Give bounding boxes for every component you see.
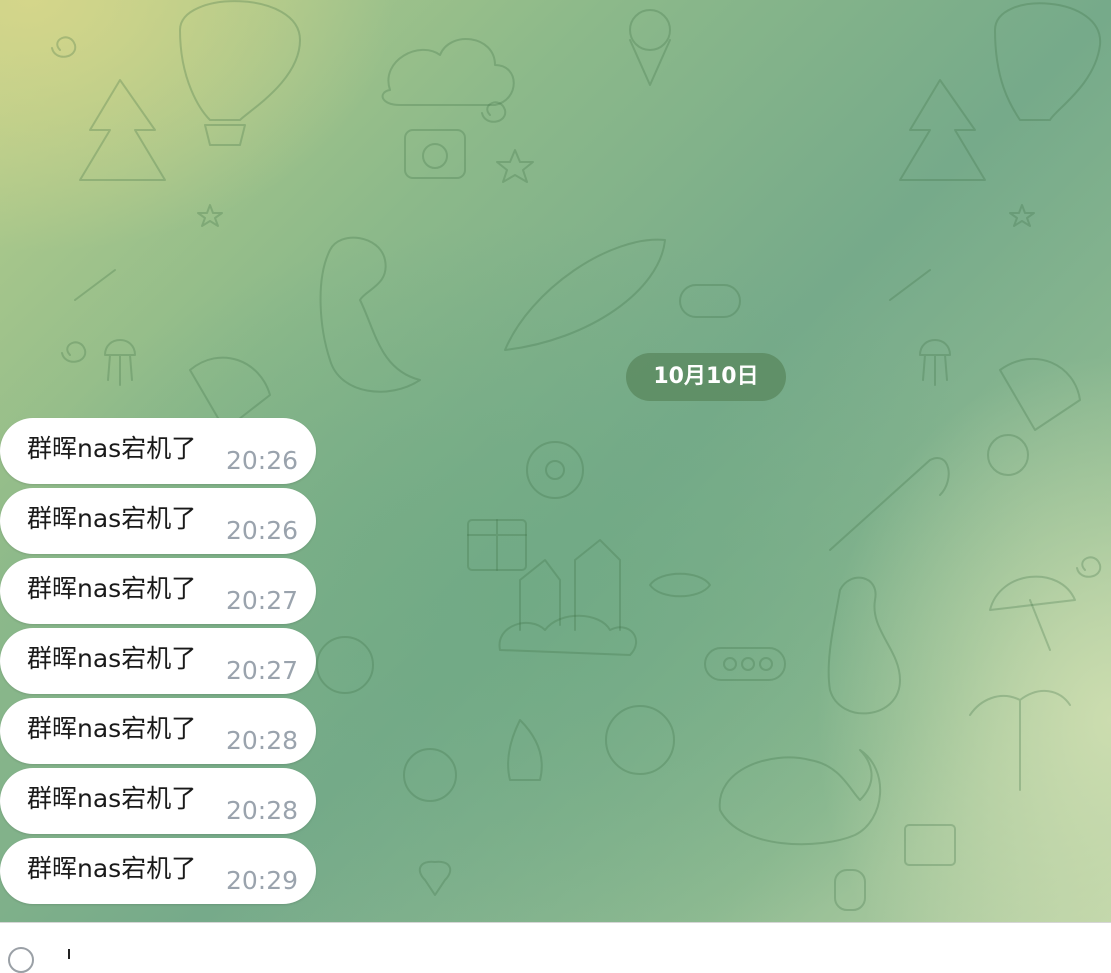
message-text: 群晖nas宕机了 (27, 714, 197, 743)
message-bubble[interactable]: 群晖nas宕机了 20:27 (0, 558, 316, 624)
message-bubble[interactable]: 群晖nas宕机了 20:27 (0, 628, 316, 694)
message-text: 群晖nas宕机了 (27, 434, 197, 463)
message-list[interactable]: 群晖nas宕机了 20:26 群晖nas宕机了 20:26 群晖nas宕机了 2… (0, 418, 316, 908)
message-text: 群晖nas宕机了 (27, 784, 197, 813)
message-text: 群晖nas宕机了 (27, 574, 197, 603)
paperclip-icon[interactable] (8, 947, 34, 973)
chat-background: 10月10日 群晖nas宕机了 20:26 群晖nas宕机了 20:26 群晖n… (0, 0, 1111, 922)
message-time: 20:26 (226, 516, 299, 545)
message-time: 20:28 (226, 726, 299, 755)
message-bubble[interactable]: 群晖nas宕机了 20:26 (0, 488, 316, 554)
message-bubble[interactable]: 群晖nas宕机了 20:29 (0, 838, 316, 904)
text-caret (68, 949, 70, 959)
message-bubble[interactable]: 群晖nas宕机了 20:28 (0, 698, 316, 764)
date-separator: 10月10日 (626, 353, 786, 401)
message-text: 群晖nas宕机了 (27, 504, 197, 533)
message-text: 群晖nas宕机了 (27, 854, 197, 883)
message-time: 20:27 (226, 586, 299, 615)
message-time: 20:26 (226, 446, 299, 475)
message-bubble[interactable]: 群晖nas宕机了 20:26 (0, 418, 316, 484)
message-time: 20:28 (226, 796, 299, 825)
message-time: 20:27 (226, 656, 299, 685)
message-bubble[interactable]: 群晖nas宕机了 20:28 (0, 768, 316, 834)
message-text: 群晖nas宕机了 (27, 644, 197, 673)
message-time: 20:29 (226, 866, 299, 895)
message-composer[interactable] (0, 922, 1111, 973)
